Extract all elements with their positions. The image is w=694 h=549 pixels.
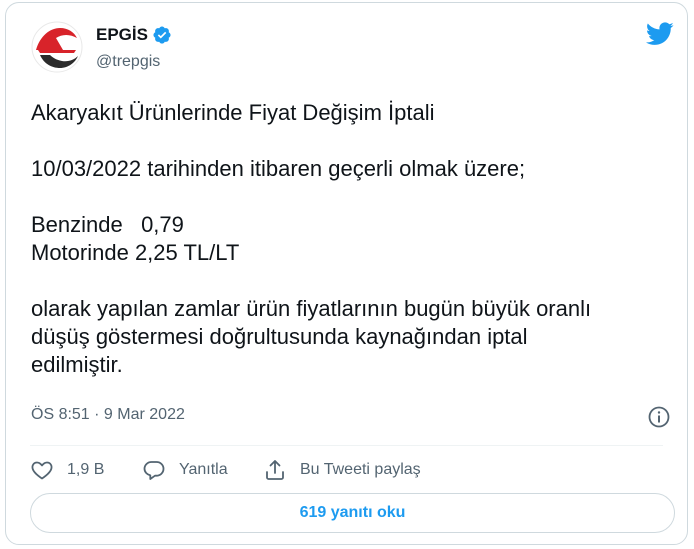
tweet-timestamp[interactable]: ÖS 8:51 · 9 Mar 2022 xyxy=(31,406,185,424)
reply-icon xyxy=(143,461,165,480)
heart-icon xyxy=(31,461,53,480)
like-button[interactable]: 1,9 B xyxy=(30,458,142,482)
tweet-line: düşüş göstermesi doğrultusunda kaynağınd… xyxy=(31,324,528,349)
tweet-line: Benzinde 0,79 xyxy=(31,212,184,237)
share-icon xyxy=(266,460,284,480)
share-label: Bu Tweeti paylaş xyxy=(300,461,421,478)
reply-button[interactable]: Yanıtla xyxy=(142,458,263,482)
display-name[interactable]: EPGİS xyxy=(96,25,148,45)
reply-label: Yanıtla xyxy=(179,461,228,478)
tweet-time[interactable]: ÖS 8:51 xyxy=(31,406,90,423)
action-bar: 1,9 B Yanıtla Bu Tweeti paylaş xyxy=(30,455,421,485)
epgis-logo-icon xyxy=(30,20,84,74)
tweet-card: EPGİS @trepgis Akaryakıt Ürünlerinde Fiy… xyxy=(5,2,688,545)
tweet-line: 10/03/2022 tarihinden itibaren geçerli o… xyxy=(31,156,526,181)
tweet-line: olarak yapılan zamlar ürün fiyatlarının … xyxy=(31,296,592,321)
read-replies-button[interactable]: 619 yanıtı oku xyxy=(30,493,675,533)
twitter-bird-icon[interactable] xyxy=(646,22,674,46)
tweet-line: Akaryakıt Ürünlerinde Fiyat Değişim İpta… xyxy=(31,100,435,125)
verified-badge-icon xyxy=(153,26,171,44)
info-icon[interactable] xyxy=(647,405,671,429)
like-count: 1,9 B xyxy=(67,461,105,478)
tweet-line: edilmiştir. xyxy=(31,352,123,377)
tweet-line: Motorinde 2,25 TL/LT xyxy=(31,240,240,265)
divider xyxy=(30,445,663,446)
tweet-date[interactable]: 9 Mar 2022 xyxy=(104,406,185,423)
name-row: EPGİS xyxy=(96,25,172,45)
handle[interactable]: @trepgis xyxy=(96,53,160,71)
avatar[interactable] xyxy=(30,20,84,74)
timestamp-separator: · xyxy=(89,406,104,423)
share-button[interactable]: Bu Tweeti paylaş xyxy=(263,458,421,482)
tweet-text: Akaryakıt Ürünlerinde Fiyat Değişim İpta… xyxy=(31,99,671,379)
